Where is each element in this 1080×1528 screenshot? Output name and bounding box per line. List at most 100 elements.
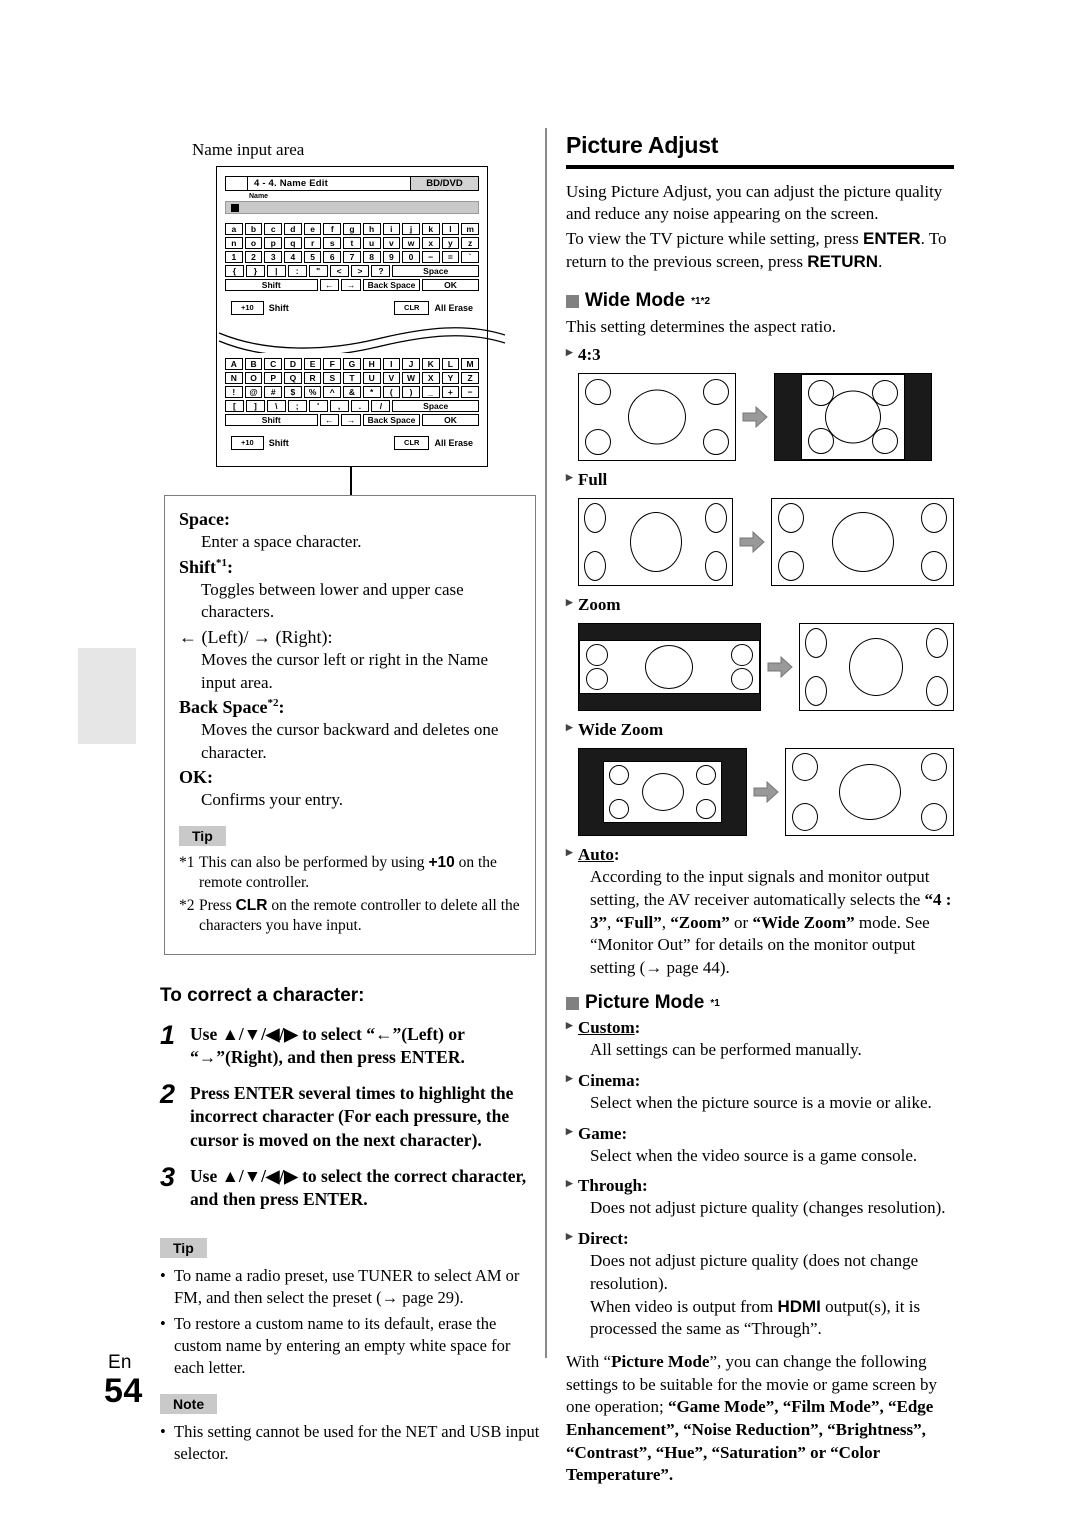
key-V[interactable]: V (382, 372, 401, 384)
key-P[interactable]: P (264, 372, 283, 384)
key-&[interactable]: & (343, 386, 361, 398)
osd-name-input-field[interactable] (225, 201, 479, 214)
clr-button[interactable]: CLR (394, 301, 430, 315)
key-D[interactable]: D (284, 358, 302, 370)
key-s[interactable]: s (323, 237, 342, 249)
key-7[interactable]: 7 (343, 251, 361, 263)
key-}[interactable]: } (245, 265, 265, 277)
key-−[interactable]: − (461, 386, 479, 398)
key-right-arrow[interactable]: → (341, 279, 361, 291)
key-h[interactable]: h (362, 223, 381, 235)
key-O[interactable]: O (244, 372, 263, 384)
key-q[interactable]: q (284, 237, 302, 249)
key-#[interactable]: # (264, 386, 283, 398)
key-2[interactable]: 2 (244, 251, 263, 263)
key-=[interactable]: = (441, 251, 460, 263)
key-m[interactable]: m (461, 223, 479, 235)
key-H[interactable]: H (362, 358, 381, 370)
key-X[interactable]: X (421, 372, 440, 384)
key-T[interactable]: T (343, 372, 361, 384)
key-@[interactable]: @ (244, 386, 263, 398)
key-j[interactable]: j (402, 223, 420, 235)
key-6[interactable]: 6 (323, 251, 342, 263)
key-{[interactable]: { (225, 265, 244, 277)
key-Y[interactable]: Y (441, 372, 460, 384)
key-[[interactable]: [ (225, 400, 244, 412)
key-L[interactable]: L (441, 358, 460, 370)
plus10-button[interactable]: +10 (231, 436, 264, 450)
key-"[interactable]: " (308, 265, 328, 277)
key-*[interactable]: * (362, 386, 381, 398)
key-shift[interactable]: Shift (225, 279, 318, 291)
key-x[interactable]: x (421, 237, 440, 249)
key-F[interactable]: F (323, 358, 342, 370)
key-$[interactable]: $ (284, 386, 302, 398)
key-i[interactable]: i (382, 223, 401, 235)
key-Z[interactable]: Z (461, 372, 479, 384)
key-%[interactable]: % (303, 386, 322, 398)
key-.[interactable]: . (350, 400, 370, 412)
key->[interactable]: > (350, 265, 370, 277)
key-space[interactable]: Space (392, 400, 479, 412)
key-back-space[interactable]: Back Space (363, 414, 420, 426)
key-+[interactable]: + (441, 386, 460, 398)
key-left-arrow[interactable]: ← (319, 414, 340, 426)
key-t[interactable]: t (343, 237, 361, 249)
key-n[interactable]: n (225, 237, 243, 249)
key-d[interactable]: d (284, 223, 302, 235)
key-ok[interactable]: OK (422, 414, 479, 426)
key-left-arrow[interactable]: ← (319, 279, 340, 291)
key-space[interactable]: Space (392, 265, 479, 277)
key-_[interactable]: _ (421, 386, 440, 398)
clr-button[interactable]: CLR (394, 436, 430, 450)
key-g[interactable]: g (343, 223, 361, 235)
key-p[interactable]: p (264, 237, 283, 249)
key-J[interactable]: J (402, 358, 420, 370)
key-:[interactable]: : (287, 265, 307, 277)
key-b[interactable]: b (244, 223, 263, 235)
key-I[interactable]: I (382, 358, 401, 370)
key-4[interactable]: 4 (284, 251, 302, 263)
key-N[interactable]: N (225, 372, 243, 384)
key-E[interactable]: E (303, 358, 322, 370)
key-K[interactable]: K (421, 358, 440, 370)
key-1[interactable]: 1 (225, 251, 243, 263)
key-M[interactable]: M (461, 358, 479, 370)
key-W[interactable]: W (402, 372, 420, 384)
key-|[interactable]: | (266, 265, 286, 277)
key-5[interactable]: 5 (303, 251, 322, 263)
key-k[interactable]: k (421, 223, 440, 235)
key-U[interactable]: U (362, 372, 381, 384)
key-c[interactable]: c (264, 223, 283, 235)
key-,[interactable]: , (329, 400, 349, 412)
key-8[interactable]: 8 (362, 251, 381, 263)
key-S[interactable]: S (323, 372, 342, 384)
key-^[interactable]: ^ (323, 386, 342, 398)
key-/[interactable]: / (371, 400, 391, 412)
key-z[interactable]: z (461, 237, 479, 249)
key-;[interactable]: ; (287, 400, 307, 412)
key-ok[interactable]: OK (422, 279, 479, 291)
key-B[interactable]: B (244, 358, 263, 370)
key-)[interactable]: ) (402, 386, 420, 398)
key-−[interactable]: − (421, 251, 440, 263)
key-Q[interactable]: Q (284, 372, 302, 384)
key-`[interactable]: ` (461, 251, 479, 263)
key-R[interactable]: R (303, 372, 322, 384)
key-?[interactable]: ? (371, 265, 391, 277)
key-A[interactable]: A (225, 358, 243, 370)
key-3[interactable]: 3 (264, 251, 283, 263)
key-o[interactable]: o (244, 237, 263, 249)
key-e[interactable]: e (303, 223, 322, 235)
key-r[interactable]: r (303, 237, 322, 249)
key-9[interactable]: 9 (382, 251, 401, 263)
key-back-space[interactable]: Back Space (363, 279, 420, 291)
plus10-button[interactable]: +10 (231, 301, 264, 315)
key-f[interactable]: f (323, 223, 342, 235)
key-![interactable]: ! (225, 386, 243, 398)
key-C[interactable]: C (264, 358, 283, 370)
key-right-arrow[interactable]: → (341, 414, 361, 426)
key-<[interactable]: < (329, 265, 349, 277)
key-([interactable]: ( (382, 386, 401, 398)
key-a[interactable]: a (225, 223, 243, 235)
